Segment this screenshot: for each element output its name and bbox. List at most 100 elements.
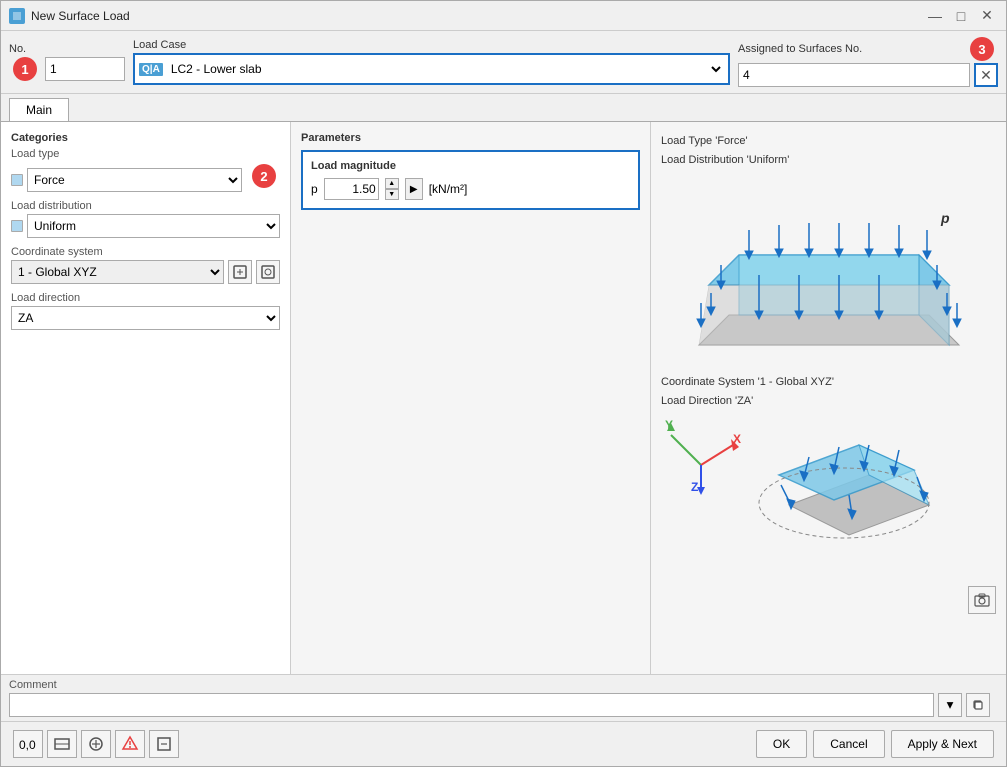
load-dir-field: Load direction ZA XA YA Z [11, 292, 280, 330]
load-dist-color [11, 220, 23, 232]
tool-btn-2[interactable] [47, 730, 77, 758]
step3-badge: 3 [970, 37, 994, 61]
step1-badge: 1 [13, 57, 37, 81]
load-desc: Load Type 'Force' Load Distribution 'Uni… [661, 132, 996, 169]
coord-icon-btn1[interactable] [228, 260, 252, 284]
load-type-label: Load type [11, 148, 242, 160]
coord-field: Coordinate system 1 - Global XYZ Local [11, 246, 280, 284]
tab-main[interactable]: Main [9, 98, 69, 122]
no-input[interactable] [45, 57, 125, 81]
maximize-button[interactable]: □ [950, 7, 972, 25]
apply-next-button[interactable]: Apply & Next [891, 730, 994, 758]
p-label: p [311, 182, 318, 196]
comment-bar: Comment ▾ [1, 674, 1006, 721]
load-dist-select[interactable]: Uniform Linear [27, 214, 280, 238]
close-button[interactable]: ✕ [976, 7, 998, 25]
camera-button[interactable] [968, 586, 996, 614]
ok-button[interactable]: OK [756, 730, 807, 758]
tab-bar: Main [1, 94, 1006, 121]
app-icon [9, 8, 25, 24]
load-case-select[interactable]: LC2 - Lower slab [167, 58, 724, 80]
magnitude-title: Load magnitude [311, 160, 630, 172]
load-dir-label: Load direction [11, 292, 280, 304]
mid-panel: Parameters Load magnitude p ▲ ▼ ▶ [kN/m²… [291, 122, 651, 674]
load-diagram-area: p [661, 175, 996, 365]
load-dist-label: Load distribution [11, 200, 280, 212]
spin-buttons: ▲ ▼ [385, 178, 399, 200]
coord-label: Coordinate system [11, 246, 280, 258]
top-fields-row: No. 1 Load Case Q|A LC2 - Lower slab Ass… [1, 31, 1006, 94]
tool-btn-4[interactable] [115, 730, 145, 758]
coord-icon-btn2[interactable] [256, 260, 280, 284]
svg-text:0,0: 0,0 [19, 738, 36, 752]
load-type-dropdown-row: Force Moment [11, 168, 242, 192]
load-type-select[interactable]: Force Moment [27, 168, 242, 192]
spin-down-button[interactable]: ▼ [385, 189, 399, 200]
comment-input-row: ▾ [9, 693, 990, 717]
comment-copy-button[interactable] [966, 693, 990, 717]
assigned-input[interactable] [738, 63, 970, 87]
load-dir-desc: Load Direction 'ZA' [661, 392, 996, 411]
tool-btn-3[interactable] [81, 730, 111, 758]
axis-svg: Y X Z [661, 415, 741, 495]
parameters-box: Load magnitude p ▲ ▼ ▶ [kN/m²] [301, 150, 640, 210]
magnitude-row: p ▲ ▼ ▶ [kN/m²] [311, 178, 630, 200]
footer-tools: 0,0 [13, 730, 179, 758]
load-dir-select[interactable]: ZA XA YA Z [11, 306, 280, 330]
coord-row: 1 - Global XYZ Local [11, 260, 280, 284]
load-type-desc: Load Type 'Force' [661, 132, 996, 151]
main-window: New Surface Load — □ ✕ No. 1 Load Case Q… [0, 0, 1007, 767]
load-case-label: Load Case [133, 39, 730, 51]
load-diagram-svg: p [689, 175, 969, 365]
coord-desc: Coordinate System '1 - Global XYZ' [661, 373, 996, 392]
comment-label: Comment [9, 679, 990, 691]
comment-dropdown-button[interactable]: ▾ [938, 693, 962, 717]
footer-buttons: 0,0 OK Cancel Apply & Next [1, 721, 1006, 766]
load-dir-dropdown-row: ZA XA YA Z [11, 306, 280, 330]
arrow-button[interactable]: ▶ [405, 178, 423, 200]
parameters-title: Parameters [301, 132, 640, 144]
left-panel: Categories Load type Force Moment [1, 122, 291, 674]
load-case-group: Load Case Q|A LC2 - Lower slab [133, 39, 730, 85]
categories-section: Categories Load type Force Moment [11, 132, 280, 330]
no-field-group: No. 1 [9, 43, 125, 81]
p-unit: [kN/m²] [429, 182, 468, 196]
tool-btn-5[interactable] [149, 730, 179, 758]
tool-btn-1[interactable]: 0,0 [13, 730, 43, 758]
spin-up-button[interactable]: ▲ [385, 178, 399, 189]
window-title: New Surface Load [31, 9, 918, 23]
load-dist-dropdown-row: Uniform Linear [11, 214, 280, 238]
load-type-color [11, 174, 23, 186]
cancel-button[interactable]: Cancel [813, 730, 884, 758]
assigned-label: Assigned to Surfaces No. [738, 43, 862, 55]
main-content: Categories Load type Force Moment [1, 121, 1006, 674]
axis-diagram-area: Y X Z [661, 415, 996, 545]
window-controls: — □ ✕ [924, 7, 998, 25]
p-diagram-label: p [940, 210, 950, 226]
load-dist-desc: Load Distribution 'Uniform' [661, 151, 996, 170]
no-label: No. [9, 43, 125, 55]
p-value-input[interactable] [324, 178, 379, 200]
assigned-select-button[interactable]: ✕ [974, 63, 998, 87]
right-panel: Load Type 'Force' Load Distribution 'Uni… [651, 122, 1006, 674]
coord-desc-area: Coordinate System '1 - Global XYZ' Load … [661, 373, 996, 410]
minimize-button[interactable]: — [924, 7, 946, 25]
tilted-diagram-svg [749, 415, 939, 545]
svg-text:X: X [733, 432, 741, 446]
titlebar: New Surface Load — □ ✕ [1, 1, 1006, 31]
assigned-row: ✕ [738, 63, 998, 87]
svg-text:Y: Y [665, 418, 673, 432]
load-type-field: Load type Force Moment [11, 148, 242, 192]
svg-text:Z: Z [691, 480, 698, 494]
footer-actions: OK Cancel Apply & Next [756, 730, 994, 758]
load-dist-field: Load distribution Uniform Linear [11, 200, 280, 238]
camera-button-area [968, 586, 996, 614]
comment-input[interactable] [9, 693, 934, 717]
coord-select[interactable]: 1 - Global XYZ Local [11, 260, 224, 284]
step2-badge: 2 [252, 164, 276, 188]
load-case-badge: Q|A [139, 63, 163, 76]
load-case-box: Q|A LC2 - Lower slab [133, 53, 730, 85]
comment-group: Comment ▾ [9, 679, 990, 717]
assigned-group: Assigned to Surfaces No. 3 ✕ [738, 37, 998, 87]
categories-title: Categories [11, 132, 280, 144]
